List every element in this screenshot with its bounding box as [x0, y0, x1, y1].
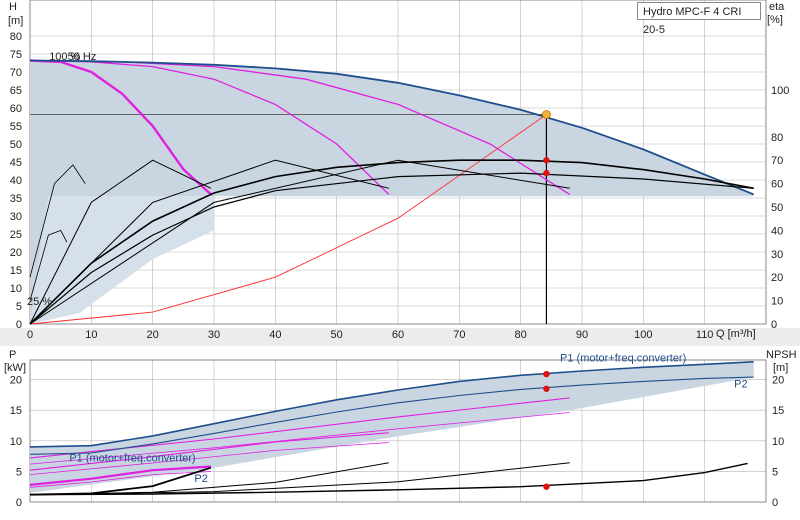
q-tick-label: 80	[515, 329, 527, 341]
h-axis-unit: [m]	[8, 15, 23, 27]
eta-tick-label: 40	[771, 225, 783, 237]
p-tick-label: 20	[10, 375, 22, 387]
h-tick-label: 80	[10, 31, 22, 43]
q-tick-label: 90	[576, 329, 588, 341]
model-legend: Hydro MPC-F 4 CRI 20-5	[637, 2, 761, 36]
npsh-tick-label: 20	[772, 375, 784, 387]
npsh-tick-label: 15	[772, 405, 784, 417]
npsh-marker	[543, 483, 550, 490]
q-tick-label: 0	[27, 329, 33, 341]
h-tick-label: 65	[10, 85, 22, 97]
h-tick-label: 0	[16, 319, 22, 331]
p-axis-title: P	[9, 349, 16, 361]
h-tick-label: 60	[10, 103, 22, 115]
h-tick-label: 50	[10, 139, 22, 151]
eta-tick-label: 30	[771, 249, 783, 261]
h-tick-label: 45	[10, 157, 22, 169]
q-tick-label: 50	[331, 329, 343, 341]
h-tick-label: 70	[10, 67, 22, 79]
eta-tick-label: 60	[771, 179, 783, 191]
npsh-axis-title: NPSH	[766, 349, 797, 361]
top-shaded-areas	[30, 60, 754, 324]
curve-annotation: 50 Hz	[68, 51, 97, 63]
eta-tick-label: 10	[771, 296, 783, 308]
efficiency-marker	[543, 169, 550, 177]
p-axis-unit: [kW]	[4, 362, 26, 374]
p-tick-label: 15	[10, 405, 22, 417]
h-axis-title: H	[9, 1, 17, 13]
series-label: P1 (motor+freq.converter)	[560, 353, 686, 365]
eta-tick-label: 0	[771, 319, 777, 331]
power-marker	[543, 385, 550, 392]
h-tick-label: 25	[10, 229, 22, 241]
eta-tick-label: 70	[771, 155, 783, 167]
eta-axis-unit: [%]	[767, 14, 783, 26]
low-speed-area	[30, 196, 214, 324]
h-tick-label: 10	[10, 283, 22, 295]
h-tick-label: 35	[10, 193, 22, 205]
curve-annotation: 25 %	[27, 296, 52, 308]
h-tick-label: 15	[10, 265, 22, 277]
eta-tick-label: 80	[771, 132, 783, 144]
h-tick-label: 5	[16, 301, 22, 313]
q-tick-label: 70	[453, 329, 465, 341]
head-operating-area	[30, 60, 754, 324]
npsh-tick-label: 5	[772, 466, 778, 478]
q-tick-label: 100	[634, 329, 652, 341]
duty-point-marker	[542, 110, 551, 119]
q-tick-label: 30	[208, 329, 220, 341]
q-tick-label: 110	[696, 329, 714, 341]
efficiency-marker	[543, 157, 550, 164]
q-axis-title: Q [m³/h]	[716, 328, 756, 340]
q-tick-label: 60	[392, 329, 404, 341]
p-tick-label: 5	[16, 466, 22, 478]
h-tick-label: 30	[10, 211, 22, 223]
h-tick-label: 75	[10, 49, 22, 61]
npsh-axis-unit: [m]	[773, 362, 788, 374]
q-tick-label: 10	[85, 329, 97, 341]
power-marker	[543, 370, 550, 378]
eta-tick-label: 100	[771, 85, 789, 97]
npsh-tick-label: 10	[772, 436, 784, 448]
q-tick-label: 20	[147, 329, 159, 341]
p-tick-label: 10	[10, 436, 22, 448]
h-tick-label: 20	[10, 247, 22, 259]
series-label: P2	[194, 473, 207, 485]
eta-tick-label: 20	[771, 272, 783, 284]
series-label: P1 (motor+freq.converter)	[69, 452, 195, 464]
pump-curve-chart: 051015202530354045505560657075800 10 20 30 4…	[0, 0, 800, 509]
p-tick-label: 0	[16, 497, 22, 509]
h-tick-label: 40	[10, 175, 22, 187]
npsh-tick-label: 0	[772, 497, 778, 509]
q-tick-label: 40	[269, 329, 281, 341]
eta-axis-title: eta	[769, 1, 785, 13]
series-label: P2	[734, 378, 747, 390]
eta-tick-label: 50	[771, 202, 783, 214]
h-tick-label: 55	[10, 121, 22, 133]
